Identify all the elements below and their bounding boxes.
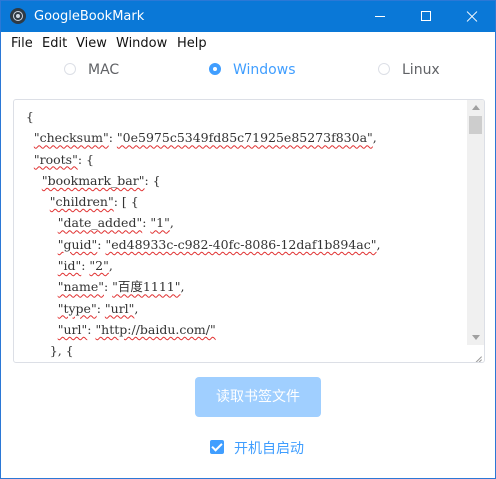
json-content[interactable]: { "checksum": "0e5975c5349fd85c71925e852… — [14, 100, 468, 362]
json-line: "name": "百度1111", — [14, 276, 468, 297]
json-token: : — [103, 279, 113, 295]
json-token: "checksum" — [33, 130, 109, 146]
json-token: , — [169, 215, 174, 231]
menu-file[interactable]: File — [11, 36, 33, 51]
json-token: , — [180, 279, 185, 295]
json-token: "1" — [150, 215, 170, 231]
json-line: "children": [ { — [14, 191, 468, 212]
json-token: "url" — [104, 300, 135, 316]
scroll-thumb[interactable] — [469, 116, 482, 134]
read-bookmark-button[interactable]: 读取书签文件 — [195, 377, 321, 417]
title-bar[interactable]: GoogleBookMark — [1, 1, 495, 32]
json-token: "百度1111" — [112, 279, 181, 295]
checkbox-checked-icon[interactable] — [210, 440, 224, 454]
close-button[interactable] — [449, 1, 495, 32]
json-token: "guid" — [57, 236, 98, 252]
json-token: "0e5975c5349fd85c71925e85273f830a" — [116, 130, 373, 146]
menu-window[interactable]: Window — [116, 36, 167, 51]
json-token: "2" — [89, 258, 109, 274]
json-token: , — [108, 258, 113, 274]
json-token: , — [134, 300, 139, 316]
json-line: }, { — [14, 340, 468, 361]
json-token: "date_added" — [57, 215, 143, 231]
json-token: "url" — [57, 321, 88, 337]
resize-grip-icon[interactable] — [472, 350, 482, 360]
json-line: "type": "url", — [14, 298, 468, 319]
menu-edit[interactable]: Edit — [42, 36, 67, 51]
autostart-label[interactable]: 开机自启动 — [234, 438, 304, 458]
json-line: "checksum": "0e5975c5349fd85c71925e85273… — [14, 127, 468, 148]
menu-help[interactable]: Help — [177, 36, 207, 51]
json-token: : — [108, 130, 117, 146]
json-line: "guid": "ed48933c-c982-40fc-8086-12daf1b… — [14, 234, 468, 255]
json-token: : — [96, 300, 105, 316]
app-window: GoogleBookMark File Edit View Window Hel… — [0, 0, 496, 479]
window-title: GoogleBookMark — [34, 9, 145, 24]
menu-view[interactable]: View — [76, 36, 107, 51]
json-line: "date_added": "1", — [14, 212, 468, 233]
app-logo-icon — [10, 8, 26, 24]
json-token: : { — [77, 151, 94, 167]
json-line: "roots": { — [14, 149, 468, 170]
json-token: : [ { — [113, 194, 139, 210]
json-line: "bookmark_bar": { — [14, 170, 468, 191]
minimize-button[interactable] — [357, 1, 403, 32]
json-token: "http://baidu.com/" — [95, 321, 216, 337]
json-token: }, { — [25, 343, 74, 359]
radio-linux-label[interactable]: Linux — [402, 62, 440, 78]
json-token: "roots" — [33, 151, 78, 167]
json-token: "id" — [57, 258, 82, 274]
json-token: "name" — [57, 279, 104, 295]
json-token: , — [376, 236, 381, 252]
maximize-button[interactable] — [403, 1, 449, 32]
bookmark-json-textarea[interactable]: { "checksum": "0e5975c5349fd85c71925e852… — [13, 99, 485, 363]
json-token: , — [372, 130, 377, 146]
json-token: { — [25, 109, 34, 124]
json-token: "children" — [49, 194, 114, 210]
scroll-down-arrow-icon[interactable] — [472, 335, 480, 340]
radio-windows-label[interactable]: Windows — [233, 62, 296, 78]
vertical-scrollbar[interactable] — [467, 100, 484, 345]
radio-mac-label[interactable]: MAC — [88, 62, 119, 78]
json-token: : { — [144, 172, 161, 188]
json-token: "ed48933c-c982-40fc-8086-12daf1b894ac" — [105, 236, 377, 252]
radio-mac-circle[interactable] — [64, 63, 76, 75]
radio-linux-circle[interactable] — [378, 63, 390, 75]
scroll-up-arrow-icon[interactable] — [472, 105, 480, 110]
json-line: { — [14, 106, 468, 127]
json-token: "bookmark_bar" — [41, 172, 145, 188]
json-token: "type" — [57, 300, 97, 316]
radio-windows-circle[interactable] — [209, 63, 221, 75]
json-line: "id": "2", — [14, 255, 468, 276]
menu-bar: File Edit View Window Help — [1, 32, 495, 54]
json-line: "url": "http://baidu.com/" — [14, 319, 468, 340]
